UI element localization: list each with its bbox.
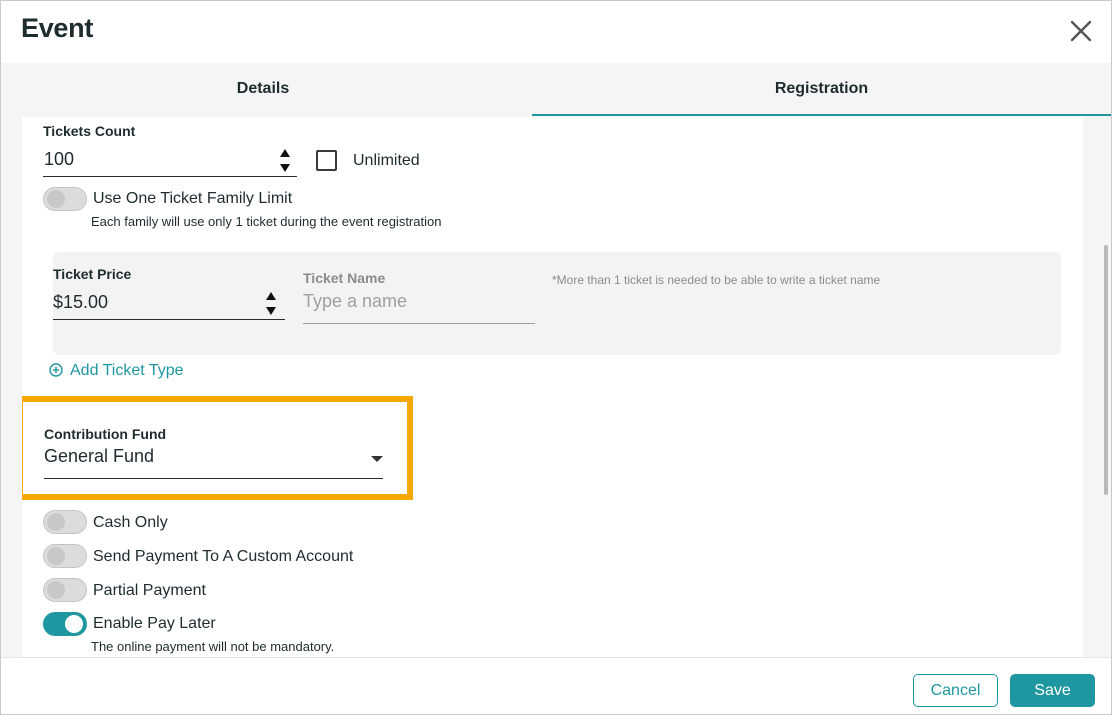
tab-registration[interactable]: Registration — [532, 63, 1111, 117]
tickets-count-stepper[interactable] — [279, 147, 291, 175]
family-limit-hint: Each family will use only 1 ticket durin… — [91, 214, 442, 229]
dialog-footer: Cancel Save — [1, 657, 1111, 714]
ticket-name-note: *More than 1 ticket is needed to be able… — [552, 273, 881, 287]
plus-circle-icon — [49, 363, 63, 377]
ticket-price-value: $15.00 — [53, 292, 109, 312]
cash-only-toggle[interactable] — [43, 510, 87, 534]
ticket-name-underline — [303, 323, 535, 324]
active-tab-indicator — [532, 114, 1111, 116]
dialog-title: Event — [21, 13, 94, 43]
scrollbar[interactable] — [1104, 245, 1108, 495]
contribution-fund-select[interactable]: General Fund — [44, 444, 384, 479]
cancel-button[interactable]: Cancel — [913, 674, 998, 707]
ticket-name-label: Ticket Name — [303, 270, 386, 286]
tickets-count-input[interactable]: 100 — [43, 145, 298, 177]
save-button[interactable]: Save — [1010, 674, 1095, 707]
ticket-price-label: Ticket Price — [53, 266, 132, 282]
custom-account-toggle[interactable] — [43, 544, 87, 568]
pay-later-label: Enable Pay Later — [93, 615, 216, 632]
contribution-fund-underline — [44, 478, 383, 479]
ticket-type-card: Ticket Price $15.00 Ticket Name Type a n… — [53, 252, 1061, 355]
cash-only-label: Cash Only — [93, 514, 168, 531]
event-dialog: Event Details Registration Tickets Count… — [0, 0, 1112, 715]
family-limit-label: Use One Ticket Family Limit — [93, 190, 293, 207]
ticket-name-placeholder: Type a name — [303, 291, 408, 311]
pay-later-toggle[interactable] — [43, 612, 87, 636]
tickets-count-label: Tickets Count — [43, 123, 136, 139]
custom-account-label: Send Payment To A Custom Account — [93, 548, 354, 565]
ticket-price-input[interactable]: $15.00 — [53, 287, 286, 320]
tab-bar: Details Registration — [1, 63, 1111, 117]
ticket-price-stepper[interactable] — [265, 290, 277, 318]
partial-payment-label: Partial Payment — [93, 582, 206, 599]
tickets-count-value: 100 — [44, 149, 75, 169]
pay-later-hint: The online payment will not be mandatory… — [91, 639, 335, 654]
dialog-header: Event — [1, 1, 1111, 63]
unlimited-label: Unlimited — [353, 152, 420, 169]
close-icon[interactable] — [1067, 17, 1095, 45]
unlimited-checkbox[interactable] — [316, 150, 337, 171]
contribution-fund-value: General Fund — [44, 446, 155, 466]
ticket-name-input[interactable]: Type a name — [303, 290, 536, 324]
family-limit-toggle[interactable] — [43, 187, 87, 211]
add-ticket-type-label: Add Ticket Type — [70, 362, 184, 379]
ticket-price-underline — [53, 319, 285, 320]
tickets-count-underline — [43, 176, 297, 177]
dropdown-arrow-icon — [371, 456, 383, 462]
contribution-fund-label: Contribution Fund — [44, 426, 167, 442]
registration-panel: Tickets Count 100 Unlimited Use One Tick… — [22, 117, 1083, 657]
tab-details[interactable]: Details — [1, 63, 525, 117]
partial-payment-toggle[interactable] — [43, 578, 87, 602]
